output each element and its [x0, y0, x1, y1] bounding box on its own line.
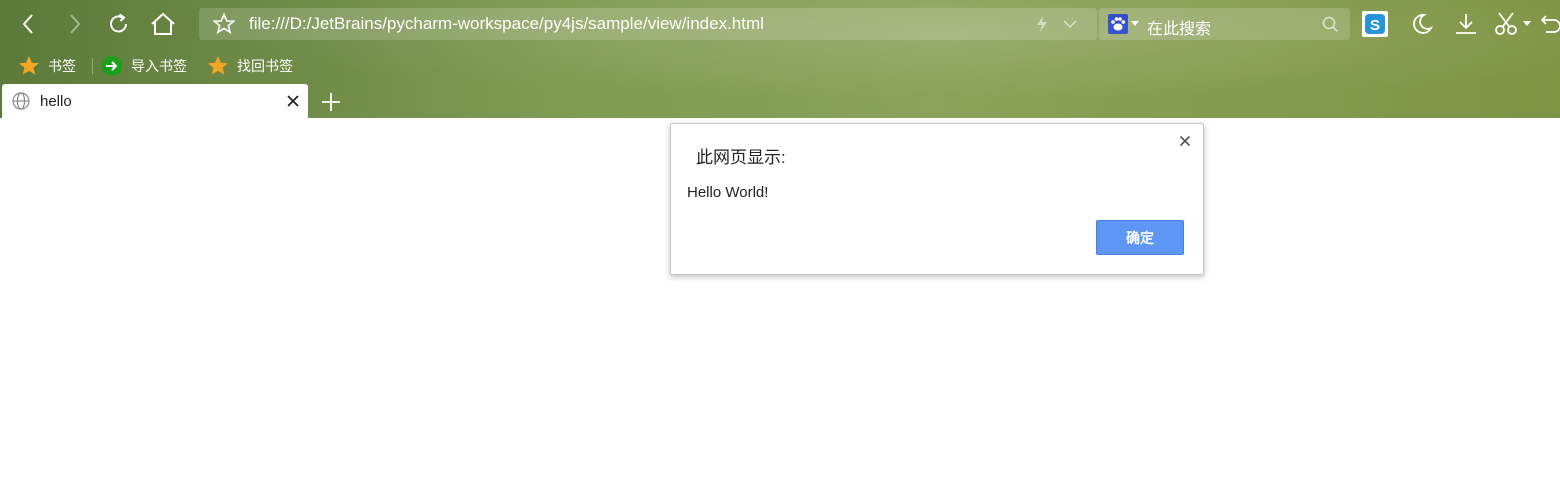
bookmark-item-recover[interactable]: 找回书签 [207, 54, 293, 78]
night-mode-icon[interactable] [1410, 12, 1434, 36]
reload-button[interactable] [103, 8, 135, 40]
star-icon [207, 55, 229, 77]
baidu-paw-icon[interactable] [1108, 14, 1128, 34]
screenshot-dropdown-icon[interactable] [1523, 21, 1531, 27]
lightning-icon[interactable] [1035, 16, 1049, 32]
bookmarks-bar: 书签 导入书签 找回书签 [0, 50, 1560, 82]
reload-icon [110, 13, 127, 33]
back-button[interactable] [13, 8, 45, 40]
engine-dropdown-icon[interactable] [1131, 21, 1139, 27]
home-icon [151, 12, 175, 35]
bookmark-label: 书签 [48, 58, 76, 74]
forward-button[interactable] [58, 8, 90, 40]
browser-chrome: file:///D:/JetBrains/pycharm-workspace/p… [0, 0, 1560, 118]
import-arrow-icon [101, 55, 123, 77]
search-icon[interactable] [1322, 16, 1339, 33]
download-icon[interactable] [1454, 12, 1478, 36]
close-icon[interactable] [1178, 134, 1192, 148]
bookmark-item-bookmarks[interactable]: 书签 [18, 54, 76, 78]
chevron-down-icon[interactable] [1063, 19, 1077, 29]
dialog-title: 此网页显示: [696, 148, 786, 167]
address-bar[interactable]: file:///D:/JetBrains/pycharm-workspace/p… [199, 8, 1097, 40]
undo-close-icon[interactable] [1540, 12, 1560, 36]
dialog-message: Hello World! [687, 184, 769, 201]
ok-button[interactable]: 确定 [1096, 220, 1184, 255]
bookmark-label: 导入书签 [131, 58, 187, 74]
home-button[interactable] [147, 8, 179, 40]
search-box[interactable]: 在此搜索 [1099, 8, 1350, 40]
forward-arrow-icon [70, 14, 81, 34]
alert-dialog: 此网页显示: Hello World! 确定 [670, 123, 1204, 275]
browser-toolbar: file:///D:/JetBrains/pycharm-workspace/p… [0, 0, 1560, 48]
bookmarks-divider [92, 58, 93, 74]
svg-text:S: S [1370, 17, 1380, 34]
new-tab-plus-icon[interactable] [319, 90, 343, 114]
star-icon [18, 55, 40, 77]
back-arrow-icon [22, 14, 33, 34]
close-icon[interactable] [286, 94, 300, 108]
tab-title: hello [40, 93, 72, 110]
search-input[interactable]: 在此搜索 [1147, 15, 1211, 39]
scissors-icon[interactable] [1494, 11, 1520, 37]
tab-hello[interactable]: hello [2, 84, 308, 118]
tab-bar: hello [0, 84, 1560, 118]
bookmark-item-import[interactable]: 导入书签 [101, 54, 187, 78]
bookmark-star-icon[interactable] [213, 13, 235, 35]
globe-icon [12, 92, 30, 110]
skype-icon[interactable]: S [1362, 11, 1388, 37]
bookmark-label: 找回书签 [237, 58, 293, 74]
url-text[interactable]: file:///D:/JetBrains/pycharm-workspace/p… [249, 14, 764, 34]
